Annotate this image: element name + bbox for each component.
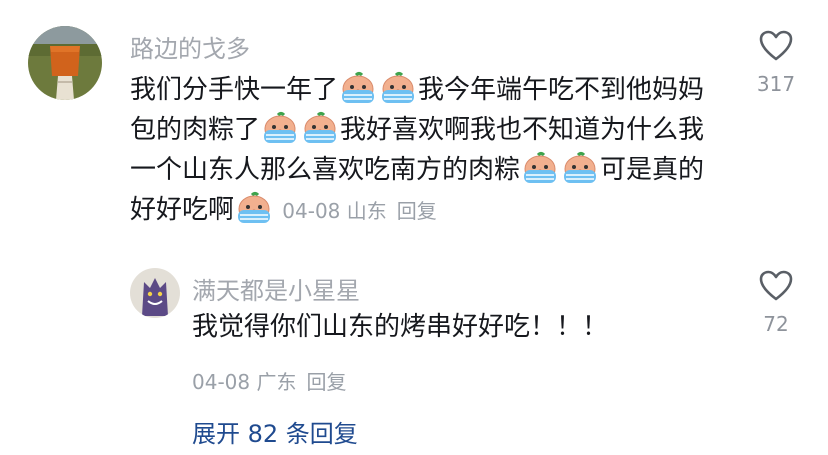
comment-location: 山东: [346, 199, 387, 223]
crying-face-emoji-icon: [301, 111, 339, 145]
reply-meta: 04-08 广东 回复: [192, 366, 346, 395]
avatar-main[interactable]: [28, 26, 102, 100]
crying-face-emoji-icon: [521, 151, 559, 185]
heart-icon[interactable]: [759, 30, 793, 62]
comment-like-count: 317: [756, 72, 796, 96]
crying-face-emoji-icon: [379, 71, 417, 105]
comment-meta: 04-08 山东 回复: [282, 199, 436, 223]
comment-like: 317: [741, 30, 811, 96]
comment-text: 我们分手快一年了 我今年端午吃不到他妈妈包的肉粽了 我好喜欢啊我也不知道为什么我一个…: [130, 70, 730, 231]
comment-text-part-1: 我们分手快一年了: [130, 75, 339, 105]
comment-date: 04-08: [282, 199, 341, 223]
comment-reply-button[interactable]: 回复: [397, 199, 437, 223]
avatar-reply[interactable]: [130, 268, 180, 318]
reply-like-count: 72: [763, 312, 789, 336]
crying-face-emoji-icon: [339, 71, 377, 105]
crying-face-emoji-icon: [261, 111, 299, 145]
reply-location: 广东: [256, 370, 297, 394]
reply-reply-button[interactable]: 回复: [306, 370, 346, 394]
crying-face-emoji-icon: [561, 151, 599, 185]
heart-icon[interactable]: [759, 270, 793, 302]
reply-text: 我觉得你们山东的烤串好好吃！！！: [192, 312, 609, 342]
comment-author[interactable]: 路边的戈多: [130, 29, 250, 64]
reply-author[interactable]: 满天都是小星星: [192, 271, 360, 306]
reply-date: 04-08: [192, 370, 251, 394]
crying-face-emoji-icon: [235, 191, 273, 225]
expand-replies-button[interactable]: 展开 82 条回复: [192, 414, 358, 449]
reply-like: 72: [741, 270, 811, 336]
